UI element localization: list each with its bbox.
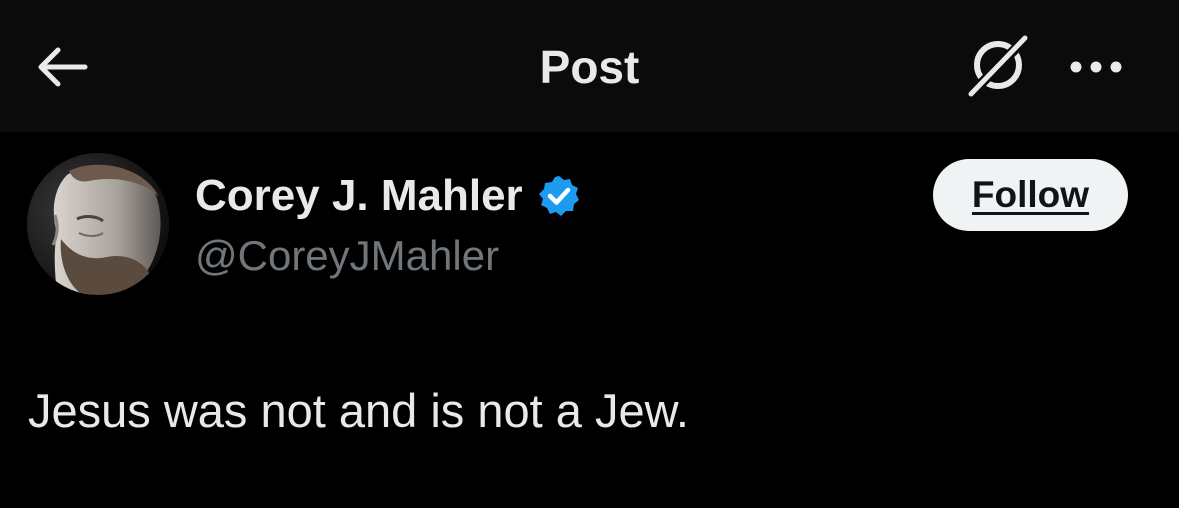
avatar[interactable] bbox=[27, 153, 169, 295]
user-avatar bbox=[27, 153, 169, 295]
arrow-left-icon bbox=[38, 47, 88, 87]
back-button[interactable] bbox=[28, 38, 94, 96]
top-navigation-bar: Post bbox=[0, 0, 1179, 132]
author-name-row[interactable]: Corey J. Mahler bbox=[195, 166, 581, 226]
author-handle[interactable]: @CoreyJMahler bbox=[195, 228, 499, 284]
verified-badge-icon bbox=[537, 174, 581, 218]
author-name[interactable]: Corey J. Mahler bbox=[195, 166, 523, 226]
follow-button[interactable]: Follow bbox=[933, 159, 1128, 231]
grok-button[interactable] bbox=[962, 30, 1034, 102]
post-text: Jesus was not and is not a Jew. bbox=[28, 384, 689, 437]
more-horizontal-icon bbox=[1070, 61, 1122, 73]
grok-icon bbox=[965, 33, 1031, 99]
more-options-button[interactable] bbox=[1060, 42, 1132, 92]
